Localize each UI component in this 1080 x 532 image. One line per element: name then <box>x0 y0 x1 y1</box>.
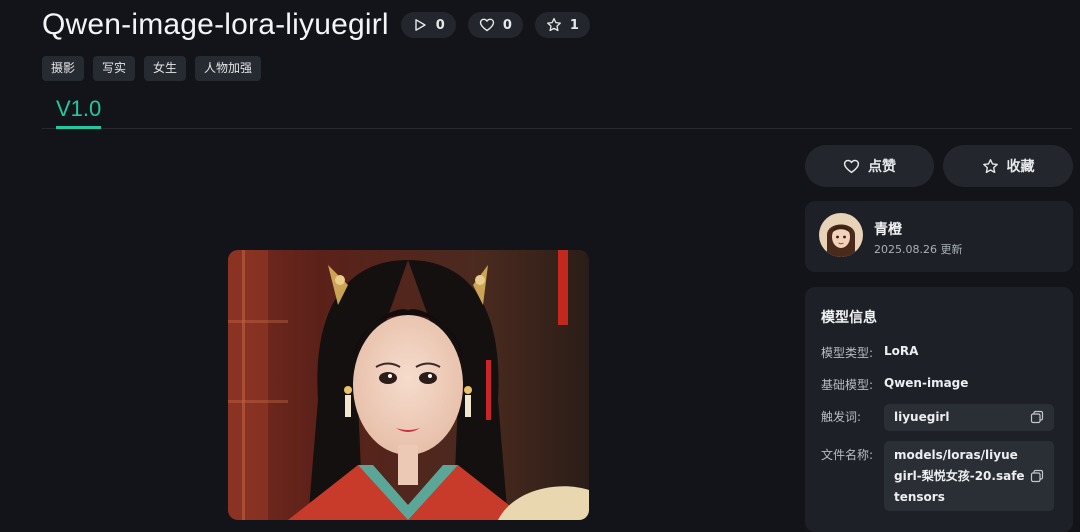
avatar[interactable] <box>819 213 863 257</box>
copy-icon[interactable] <box>1030 469 1044 483</box>
copy-icon[interactable] <box>1030 410 1044 424</box>
model-type-value: LoRA <box>884 344 919 358</box>
favorite-count: 1 <box>569 17 579 33</box>
file-name-value: models/loras/liyuegirl-梨悦女孩-20.safetenso… <box>894 448 1025 504</box>
favorite-button-label: 收藏 <box>1006 159 1035 175</box>
like-button[interactable]: 点赞 <box>805 145 934 187</box>
base-model-value: Qwen-image <box>884 376 969 390</box>
play-count: 0 <box>435 17 445 33</box>
star-icon <box>546 17 561 32</box>
tab-version[interactable]: V1.0 <box>56 96 102 129</box>
tag-item[interactable]: 写实 <box>93 56 136 81</box>
trigger-word-value: liyuegirl <box>894 410 950 424</box>
file-name-label: 文件名称: <box>821 448 874 462</box>
favorite-button[interactable]: 收藏 <box>943 145 1073 187</box>
tag-item[interactable]: 摄影 <box>42 56 85 81</box>
title-row: Qwen-image-lora-liyuegirl 0 0 1 <box>42 8 590 42</box>
like-count-pill: 0 <box>467 12 523 38</box>
tag-list: 摄影 写实 女生 人物加强 <box>42 56 262 81</box>
portrait-illustration <box>228 250 589 520</box>
tag-item[interactable]: 女生 <box>144 56 187 81</box>
model-title: Qwen-image-lora-liyuegirl <box>42 8 389 41</box>
version-tabs: V1.0 <box>42 96 1072 129</box>
play-icon <box>415 19 426 31</box>
base-model-label: 基础模型: <box>821 378 874 392</box>
like-count: 0 <box>502 17 512 33</box>
updated-date: 2025.08.26 更新 <box>874 243 963 256</box>
model-type-label: 模型类型: <box>821 346 874 360</box>
favorite-count-pill: 1 <box>534 12 590 38</box>
preview-image[interactable] <box>228 250 589 520</box>
heart-icon <box>479 18 495 32</box>
trigger-word-box: liyuegirl <box>884 404 1054 431</box>
play-count-pill: 0 <box>400 12 456 38</box>
star-icon <box>982 158 998 173</box>
heart-icon <box>843 159 860 173</box>
file-name-box: models/loras/liyuegirl-梨悦女孩-20.safetenso… <box>884 441 1054 511</box>
model-info-card: 模型信息 模型类型: LoRA 基础模型: Qwen-image 触发词: li… <box>805 287 1073 532</box>
avatar-image <box>819 213 863 257</box>
trigger-word-label: 触发词: <box>821 410 862 424</box>
author-card: 青橙 2025.08.26 更新 <box>805 201 1073 272</box>
tag-item[interactable]: 人物加强 <box>195 56 262 81</box>
author-name[interactable]: 青橙 <box>874 219 902 239</box>
model-info-heading: 模型信息 <box>821 310 877 326</box>
like-button-label: 点赞 <box>868 159 896 175</box>
